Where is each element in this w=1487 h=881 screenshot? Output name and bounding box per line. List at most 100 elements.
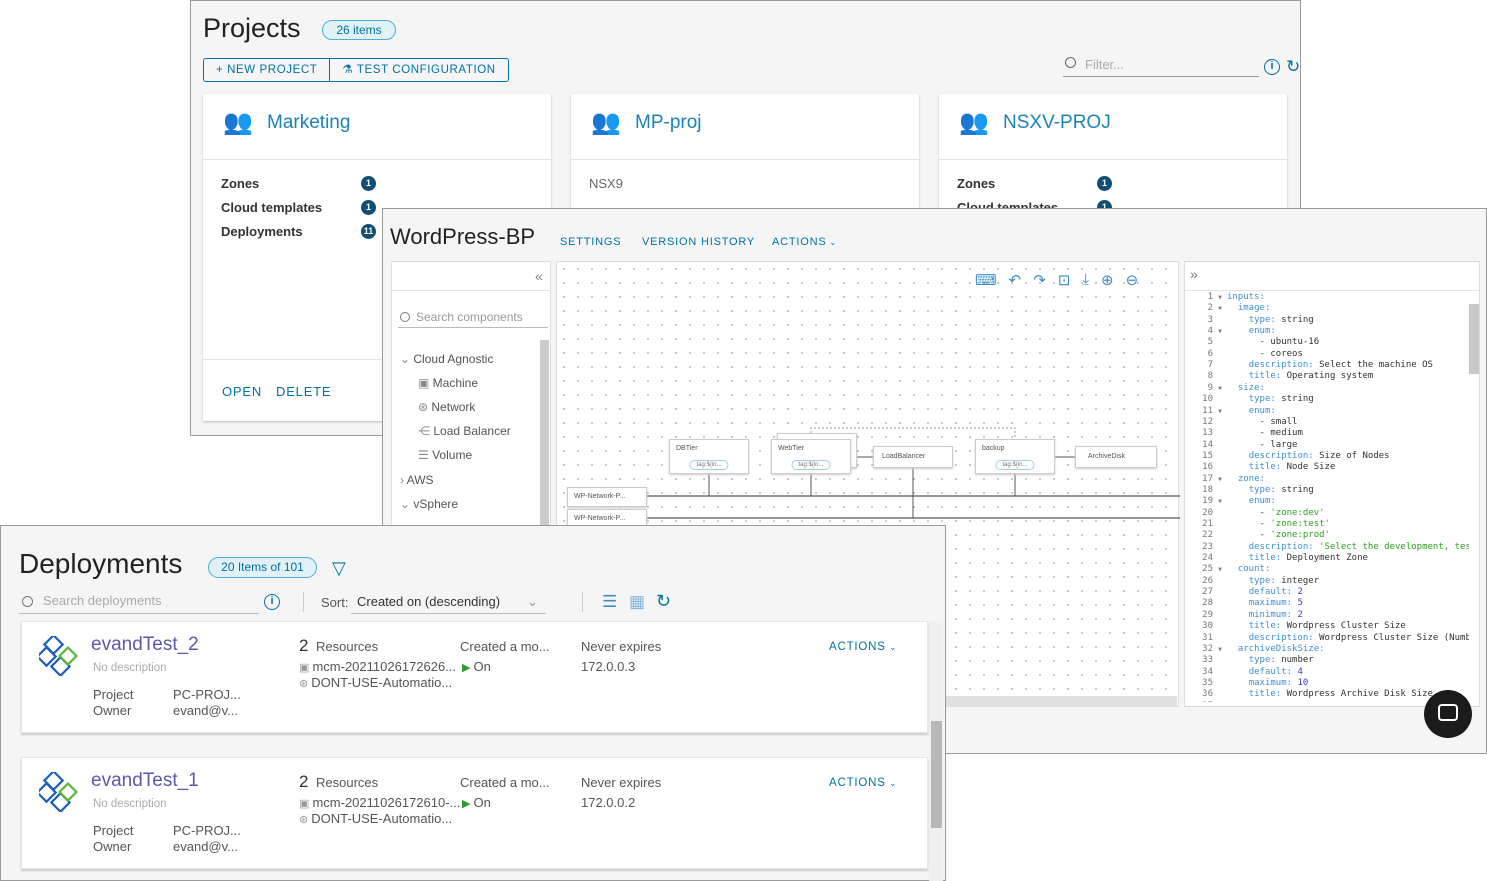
- line-number: 6: [1207, 348, 1213, 359]
- tab-settings[interactable]: SETTINGS: [560, 236, 621, 248]
- deployment-card: evandTest_2 No description Project PC-PR…: [21, 621, 928, 733]
- info-icon[interactable]: i: [264, 594, 280, 610]
- resource-network: ⊛ DONT-USE-Automatio...: [299, 811, 453, 826]
- info-icon[interactable]: i: [1264, 59, 1280, 75]
- collapse-left-icon[interactable]: «: [535, 268, 543, 284]
- refresh-icon[interactable]: ↻: [1286, 57, 1300, 77]
- test-configuration-button[interactable]: ⚗ TEST CONFIGURATION: [329, 59, 507, 81]
- owner-value: evand@v...: [173, 703, 238, 718]
- tree-item-machine[interactable]: ▣ Machine: [418, 376, 478, 390]
- node-backup[interactable]: backup tag:${in...: [975, 439, 1055, 474]
- expand-right-icon[interactable]: »: [1190, 266, 1198, 282]
- tree-item-load-balancer[interactable]: ⋲ Load Balancer: [418, 424, 511, 438]
- project-name-link[interactable]: NSXV-PROJ: [1003, 112, 1111, 134]
- code-value: 10: [1297, 677, 1309, 688]
- project-name-link[interactable]: MP-proj: [635, 112, 702, 134]
- code-key: type: [1248, 575, 1271, 586]
- fold-arrow-icon[interactable]: ▼: [1213, 564, 1227, 575]
- deployment-logo-icon: [39, 636, 79, 676]
- sort-select[interactable]: Created on (descending) ⌄: [351, 592, 546, 614]
- tree-vsphere[interactable]: ⌄ vSphere: [400, 497, 458, 511]
- line-number: 10: [1202, 394, 1213, 405]
- line-number: 31: [1202, 632, 1213, 643]
- line-number: 23: [1202, 541, 1213, 552]
- tree-item-volume[interactable]: ☰ Volume: [418, 448, 472, 462]
- code-line: 9 ▼ size:: [1185, 383, 1270, 394]
- chat-button[interactable]: [1424, 690, 1472, 738]
- code-key: type: [1248, 394, 1271, 405]
- fold-arrow-icon[interactable]: ▼: [1213, 496, 1227, 507]
- power-state: ▶ On: [462, 659, 491, 674]
- project-label: Project: [93, 823, 134, 838]
- filter-icon[interactable]: ▽: [332, 558, 346, 579]
- tree-item-network[interactable]: ⊛ Network: [418, 400, 475, 414]
- ip-address: 172.0.0.2: [581, 795, 636, 810]
- deployment-card: evandTest_1 No description Project PC-PR…: [21, 757, 928, 869]
- divider: [939, 159, 1287, 160]
- search-deployments-input[interactable]: Search deployments: [19, 590, 259, 614]
- palette-scrollbar[interactable]: [540, 340, 549, 528]
- resource-machine: ▣ mcm-20211026172610-...: [299, 795, 461, 810]
- filter-input[interactable]: Filter...: [1063, 55, 1259, 77]
- code-value: string: [1281, 394, 1314, 405]
- project-value: PC-PROJ...: [173, 823, 241, 838]
- code-line: 3 type: string: [1185, 315, 1314, 326]
- new-project-button[interactable]: + NEW PROJECT: [204, 59, 329, 81]
- fold-arrow-icon[interactable]: ▼: [1213, 292, 1227, 303]
- project-name-link[interactable]: Marketing: [267, 112, 350, 134]
- code-line: 5 - ubuntu-16: [1185, 337, 1320, 348]
- deployment-name-link[interactable]: evandTest_1: [91, 770, 199, 792]
- delete-button[interactable]: DELETE: [276, 384, 331, 399]
- refresh-icon[interactable]: ↻: [656, 591, 671, 612]
- node-webtier[interactable]: WebTier tag:${in...: [771, 439, 851, 474]
- code-key: description: [1248, 632, 1309, 643]
- fold-arrow-icon[interactable]: ▼: [1213, 383, 1227, 394]
- line-number: 22: [1202, 530, 1213, 541]
- network-icon: ⊛: [418, 400, 432, 414]
- deployment-name-link[interactable]: evandTest_2: [91, 634, 199, 656]
- deployment-description: No description: [93, 662, 167, 674]
- deployments-scrollbar[interactable]: [929, 621, 943, 881]
- node-dbtier[interactable]: DBTier tag:${in...: [669, 439, 749, 474]
- code-line: 4 ▼ enum:: [1185, 326, 1281, 337]
- code-value: string: [1281, 484, 1314, 495]
- fold-arrow-icon[interactable]: ▼: [1213, 474, 1227, 485]
- actions-menu[interactable]: ACTIONS ⌄: [829, 641, 897, 653]
- actions-menu[interactable]: ACTIONS ⌄: [772, 236, 837, 248]
- fold-arrow-icon[interactable]: ▼: [1213, 303, 1227, 314]
- code-line: 37: [1185, 701, 1227, 702]
- node-network-1[interactable]: WP-Network-P...: [567, 487, 647, 507]
- node-tag: tag:${in...: [791, 460, 831, 470]
- lease-expiry: Never expires: [581, 639, 662, 654]
- component-palette: « Search components ⌄ Cloud Agnostic ▣ M…: [391, 261, 551, 528]
- tree-aws[interactable]: › AWS: [400, 473, 434, 487]
- tree-cloud-agnostic[interactable]: ⌄ Cloud Agnostic: [400, 352, 493, 366]
- actions-menu[interactable]: ACTIONS ⌄: [829, 777, 897, 789]
- node-archivedisk[interactable]: ArchiveDisk: [1075, 446, 1157, 468]
- node-loadbalancer[interactable]: LoadBalancer: [873, 446, 953, 468]
- line-number: 28: [1202, 598, 1213, 609]
- created-time: Created a mo...: [460, 775, 550, 790]
- code-line: 13 - medium: [1185, 428, 1303, 439]
- code-value: 'zone:prod': [1270, 530, 1330, 541]
- divider: [571, 159, 919, 160]
- grid-view-icon[interactable]: ▦: [629, 592, 645, 612]
- code-line: 28 maximum: 5: [1185, 598, 1303, 609]
- tab-version-history[interactable]: VERSION HISTORY: [642, 236, 755, 248]
- list-view-icon[interactable]: ☰: [602, 592, 617, 612]
- search-components-input[interactable]: Search components: [398, 308, 548, 328]
- fold-arrow-icon[interactable]: ▼: [1213, 326, 1227, 337]
- fold-arrow-icon[interactable]: ▼: [1213, 644, 1227, 655]
- line-number: 8: [1207, 371, 1213, 382]
- code-line: 7 description: Select the machine OS: [1185, 360, 1433, 371]
- open-button[interactable]: OPEN: [222, 384, 262, 399]
- created-time: Created a mo...: [460, 639, 550, 654]
- fold-arrow-icon[interactable]: ▼: [1213, 406, 1227, 417]
- machine-icon: ▣: [418, 376, 433, 390]
- canvas-horizontal-scrollbar[interactable]: [937, 696, 1177, 706]
- project-button-group: + NEW PROJECT ⚗ TEST CONFIGURATION: [203, 58, 509, 82]
- resource-network: ⊛ DONT-USE-Automatio...: [299, 675, 453, 690]
- editor-vertical-scrollbar[interactable]: [1469, 304, 1479, 374]
- yaml-code[interactable]: 1 ▼ inputs: 2 ▼ image: 3 type: string 4 ▼ enu…: [1185, 292, 1469, 702]
- chevron-down-icon: ⌄: [527, 594, 538, 609]
